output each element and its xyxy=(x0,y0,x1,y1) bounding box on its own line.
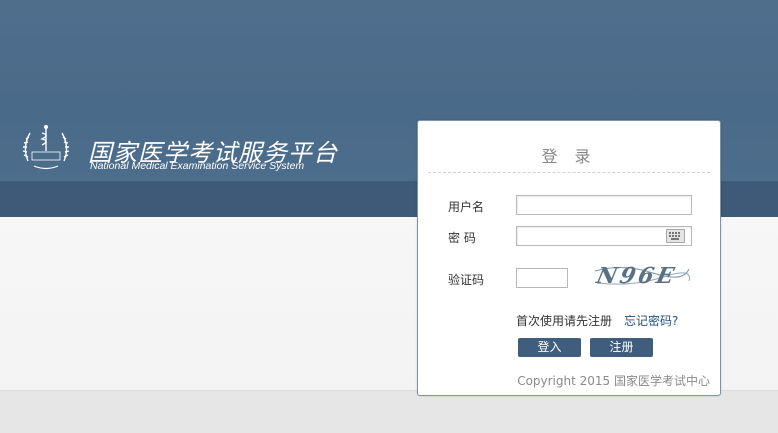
login-panel: 登 录 用户名 密 码 验证码 N96E 首次使用请先注册 忘记密码? 登入 注… xyxy=(417,120,721,396)
login-title: 登 录 xyxy=(541,147,597,166)
keyboard-icon[interactable] xyxy=(666,229,685,243)
first-use-register-link[interactable]: 首次使用请先注册 xyxy=(516,312,612,329)
register-button[interactable]: 注册 xyxy=(590,338,653,357)
copyright-text: Copyright 2015 国家医学考试中心 xyxy=(517,374,710,388)
forgot-password-link[interactable]: 忘记密码? xyxy=(624,312,678,329)
captcha-image[interactable]: N96E xyxy=(593,261,691,289)
captcha-text: N96E xyxy=(594,263,680,289)
username-label: 用户名 xyxy=(448,200,485,214)
site-logo: 国家医学考试服务平台 National Medical Examination … xyxy=(20,121,350,177)
captcha-input[interactable] xyxy=(516,268,568,288)
site-title-en: National Medical Examination Service Sys… xyxy=(90,160,305,172)
login-button[interactable]: 登入 xyxy=(518,338,581,357)
medical-emblem-icon xyxy=(22,125,70,170)
title-divider xyxy=(428,172,710,173)
username-input[interactable] xyxy=(516,195,692,215)
captcha-label: 验证码 xyxy=(448,273,485,287)
password-label: 密 码 xyxy=(448,231,476,245)
footer-background xyxy=(0,390,778,433)
